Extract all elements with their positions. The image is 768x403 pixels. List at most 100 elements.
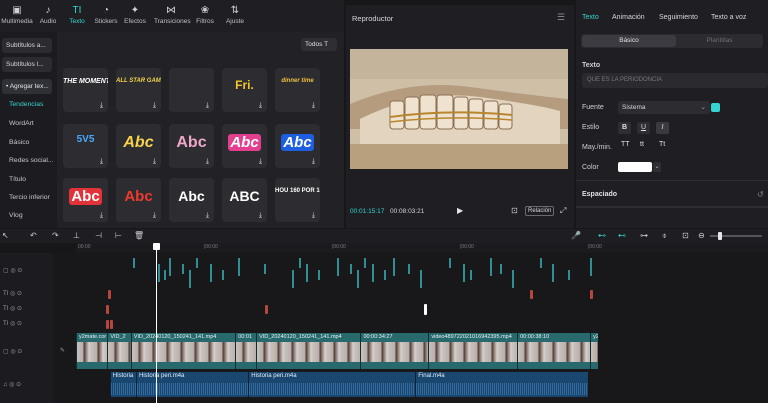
tool-ajuste[interactable]: ⇅ Ajuste [218, 5, 252, 31]
text-clip-marker[interactable] [182, 264, 184, 274]
download-icon[interactable]: ⤓ [312, 212, 315, 219]
aspect-ratio-button[interactable]: Relación [525, 206, 555, 216]
text-template-tile[interactable]: Fri. ⤓ [222, 68, 267, 112]
text-clip-marker[interactable] [264, 264, 266, 274]
edit-cover-icon[interactable]: ✎ [60, 347, 65, 354]
zoom-slider-handle[interactable] [718, 232, 722, 240]
text-clip-marker[interactable] [158, 264, 160, 282]
track-lock-icon[interactable]: ♫ ◎ ⊙ [3, 381, 21, 388]
split-left-icon[interactable]: ⊣ [95, 231, 102, 241]
text-clip-marker[interactable] [318, 270, 320, 280]
fit-icon[interactable]: ⊡ [682, 231, 689, 241]
preview-axis-icon[interactable]: ⌽ [662, 231, 667, 241]
spacing-section[interactable]: Espaciado [582, 191, 617, 198]
select-tool-icon[interactable]: ↖ [2, 231, 9, 241]
download-icon[interactable]: ⤓ [206, 158, 209, 165]
italic-button[interactable]: I [656, 122, 669, 134]
download-icon[interactable]: ⤓ [100, 212, 103, 219]
download-icon[interactable]: ⤓ [259, 212, 262, 219]
category-titulo[interactable]: Título [9, 176, 26, 183]
color-swatch[interactable] [618, 162, 652, 172]
video-clip[interactable]: y2 [590, 333, 598, 369]
text-template-tile[interactable]: Abc ⤓ [169, 124, 214, 168]
font-select[interactable]: Sistema ⌄ [618, 101, 710, 114]
tab-texto-a-voz[interactable]: Texto a voz [711, 14, 746, 21]
text-template-tile[interactable]: THE MOMENT ⤓ [63, 68, 108, 112]
auto-subtitles-button[interactable]: Subtítulos a... [2, 38, 52, 53]
sticker-clip-marker[interactable] [590, 290, 593, 299]
underline-button[interactable]: U [637, 122, 650, 134]
sticker-clip-marker[interactable] [108, 290, 111, 299]
text-clip-marker[interactable] [222, 270, 224, 280]
text-clip-marker[interactable] [189, 270, 191, 288]
menu-icon[interactable]: ☰ [557, 12, 565, 23]
sticker-clip-marker[interactable] [110, 320, 113, 329]
text-clip-marker[interactable] [540, 258, 542, 268]
category-wordart[interactable]: WordArt [9, 120, 34, 127]
text-clip-marker[interactable] [357, 270, 359, 288]
text-clip-marker[interactable] [420, 270, 422, 288]
text-template-tile[interactable]: Abc ⤓ [63, 178, 108, 222]
text-template-tile[interactable]: ABC ⤓ [222, 178, 267, 222]
mic-icon[interactable]: 🎤 [571, 231, 581, 241]
fullscreen-icon[interactable]: ⤢ [560, 206, 566, 216]
download-icon[interactable]: ⤓ [312, 102, 315, 109]
font-info-icon[interactable] [711, 103, 720, 112]
lyrics-subtitles-button[interactable]: Subtítulos l... [2, 57, 52, 72]
text-clip-marker[interactable] [463, 264, 465, 282]
main-video-track[interactable]: y2mate.cor VID_2 VID_20240120_150241_141.m… [76, 333, 598, 369]
text-clip-marker[interactable] [169, 258, 171, 276]
audio-clip[interactable]: Historia [109, 372, 137, 397]
category-tendencias[interactable]: Tendencias [9, 101, 43, 108]
timeline-ruler[interactable]: 00:00 |00:00 |00:00 |00:00 |00:00 [76, 243, 768, 253]
selected-clip-marker[interactable] [424, 304, 427, 315]
text-template-tile[interactable]: Abc ⤓ [116, 124, 161, 168]
video-clip[interactable]: video489722021016942395.mp4 [428, 333, 518, 369]
video-clip[interactable]: VID_20240120_150241_141.mp4 [130, 333, 236, 369]
download-icon[interactable]: ⤓ [259, 158, 262, 165]
segment-plantillas[interactable]: Plantillas [677, 35, 762, 47]
segment-basico[interactable]: Básico [582, 35, 676, 47]
video-clip[interactable]: VID_20240120_150241_141.mp4 [256, 333, 361, 369]
track-lock-icon[interactable]: TI ◎ ⊙ [3, 290, 22, 297]
snap-icon[interactable]: ⊶ [640, 231, 648, 241]
lowercase-button[interactable]: tt [640, 141, 644, 148]
titlecase-button[interactable]: Tt [659, 141, 665, 148]
crop-icon[interactable]: ⊡ [511, 206, 518, 215]
text-clip-marker[interactable] [449, 258, 451, 268]
sticker-clip-marker[interactable] [530, 290, 533, 299]
text-clip-marker[interactable] [470, 270, 472, 280]
track-lock-icon[interactable]: TI ◎ ⊙ [3, 320, 22, 327]
video-clip[interactable]: 00:00:38:10 [517, 333, 591, 369]
text-clip-marker[interactable] [408, 264, 410, 274]
tool-multimedia[interactable]: ▣ Multimedia [0, 5, 34, 31]
text-clip-marker[interactable] [372, 264, 374, 282]
chevron-down-icon[interactable]: ⌄ [653, 162, 661, 172]
category-tercio-inferior[interactable]: Tercio inferior [9, 194, 50, 201]
download-icon[interactable]: ⤓ [153, 158, 156, 165]
text-clip-marker[interactable] [238, 258, 240, 276]
text-clip-marker[interactable] [384, 270, 386, 280]
download-icon[interactable]: ⤓ [312, 158, 315, 165]
text-clip-marker[interactable] [299, 258, 301, 268]
text-clip-marker[interactable] [512, 270, 514, 288]
add-text-button[interactable]: • Agregar tex... [2, 79, 52, 94]
audio-clip[interactable]: Historia peri.m4a [248, 372, 416, 397]
track-lock-icon[interactable]: ▢ ◎ ⊙ [3, 348, 22, 355]
download-icon[interactable]: ⤓ [259, 102, 262, 109]
tool-transiciones[interactable]: ⋈ Transiciones [154, 5, 191, 31]
text-clip-marker[interactable] [292, 270, 294, 288]
link-main-icon[interactable]: ⊷ [598, 231, 606, 241]
track-lock-icon[interactable]: TI ◎ ⊙ [3, 305, 22, 312]
audio-clip[interactable]: Final.m4a [415, 372, 588, 397]
playhead[interactable] [156, 243, 157, 403]
zoom-out-icon[interactable]: ⊖ [698, 231, 705, 241]
split-right-icon[interactable]: ⊢ [115, 231, 122, 241]
text-template-tile[interactable]: Abc ⤓ [275, 124, 320, 168]
play-icon[interactable]: ▶ [457, 206, 463, 215]
text-clip-marker[interactable] [306, 264, 308, 282]
delete-icon[interactable]: 🗑 [134, 231, 144, 241]
redo-icon[interactable]: ↷ [52, 231, 59, 241]
video-clip[interactable]: 00:00:34:27 [360, 333, 429, 369]
text-template-tile[interactable]: ⤓ [169, 68, 214, 112]
